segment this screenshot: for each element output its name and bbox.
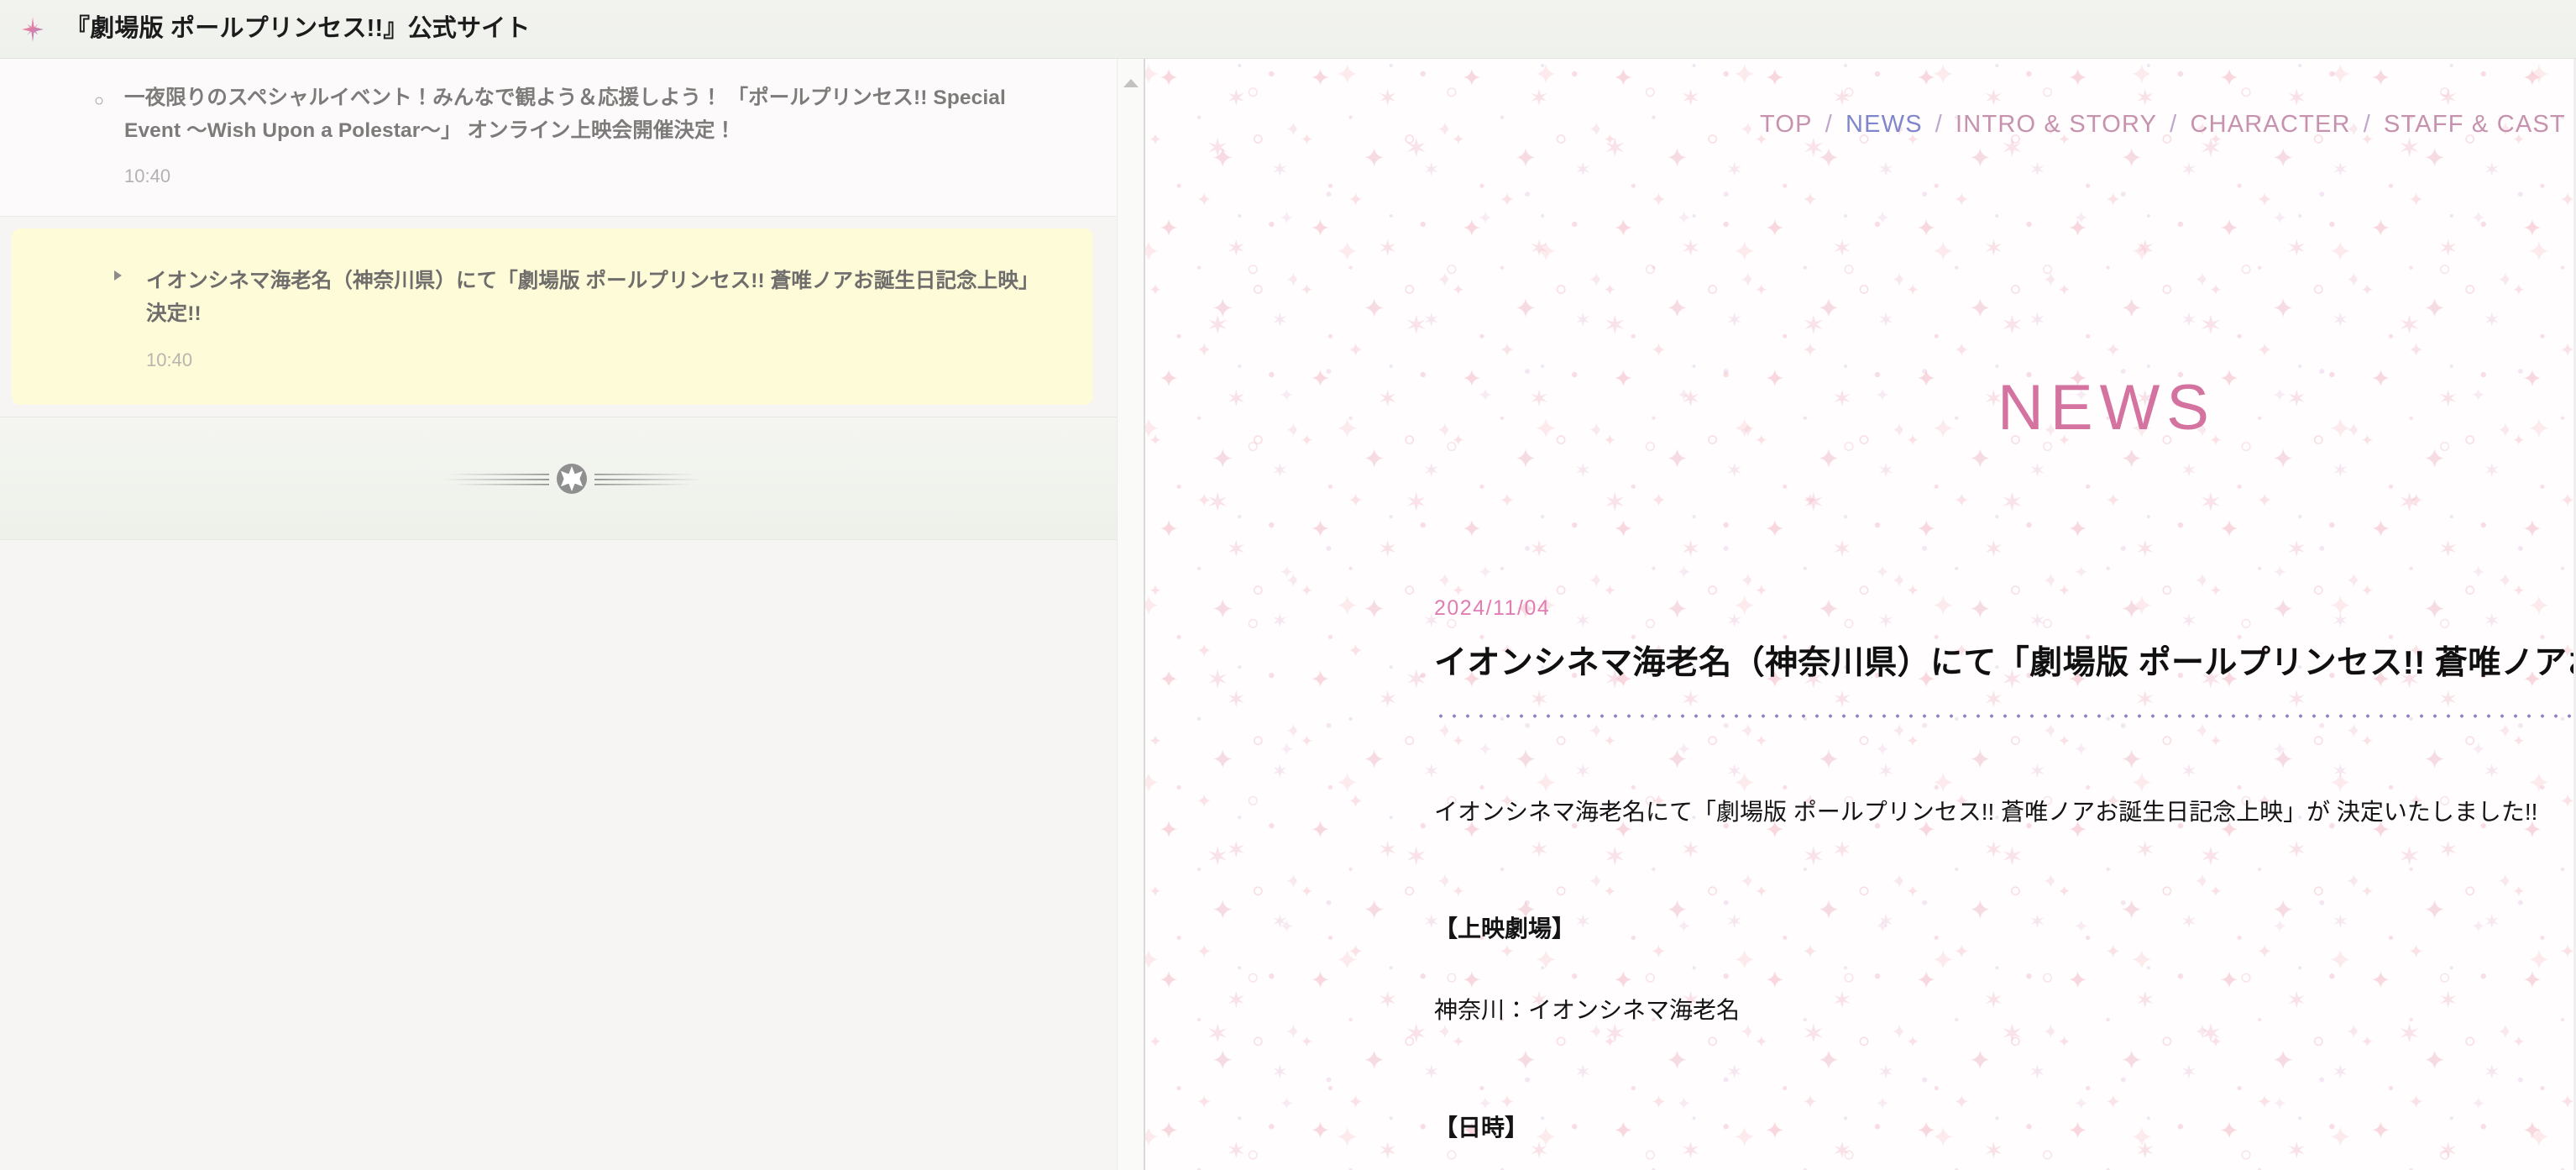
nav-separator: / — [2363, 111, 2371, 138]
loading-ornament-block — [0, 417, 1144, 540]
list-item-wrapper: イオンシネマ海老名（神奈川県）にて「劇場版 ポールプリンセス!! 蒼唯ノアお誕生… — [0, 228, 1144, 417]
article-paragraph: イオンシネマ海老名にて「劇場版 ポールプリンセス!! 蒼唯ノアお誕生日記念上映」… — [1434, 798, 2538, 825]
news-article: 2024/11/04 イオンシネマ海老名（神奈川県）にて「劇場版 ポールプリンセ… — [1434, 596, 2576, 1170]
notification-list: ○ 一夜限りのスペシャルイベント！みんなで観よう＆応援しよう！ 「ポールプリンセ… — [0, 59, 1144, 417]
notification-text: イオンシネマ海老名（神奈川県）にて「劇場版 ポールプリンセス!! 蒼唯ノアお誕生… — [146, 270, 1029, 326]
scroll-up-arrow-icon[interactable] — [1123, 79, 1139, 87]
dotted-divider — [1434, 713, 2576, 718]
notification-text: 一夜限りのスペシャルイベント！みんなで観よう＆応援しよう！ 「ポールプリンセス!… — [124, 87, 1006, 142]
article-heading-venue: 【上映劇場】 — [1434, 916, 1576, 942]
article-date: 2024/11/04 — [1434, 596, 1551, 620]
caret-right-icon — [114, 270, 122, 281]
article-body: イオンシネマ海老名にて「劇場版 ポールプリンセス!! 蒼唯ノアお誕生日記念上映」… — [1434, 794, 2542, 1170]
website-pane: TOP / NEWS / INTRO & STORY / CHARACTER /… — [1145, 59, 2576, 1170]
nav-separator: / — [1935, 111, 1944, 138]
site-nav: TOP / NEWS / INTRO & STORY / CHARACTER /… — [1145, 111, 2576, 139]
website-content: TOP / NEWS / INTRO & STORY / CHARACTER /… — [1145, 59, 2576, 1170]
nav-item-intro-story[interactable]: INTRO & STORY — [1954, 111, 2159, 139]
app-header: 『劇場版 ポールプリンセス!!』公式サイト — [0, 0, 2576, 59]
sun-ornament-divider — [442, 464, 702, 495]
notification-time: 10:40 — [124, 165, 171, 187]
sparkle-star-icon — [18, 15, 47, 44]
app-root: 『劇場版 ポールプリンセス!!』公式サイト ○ 一夜限りのスペシャルイベント！み… — [0, 0, 2576, 1170]
nav-item-character[interactable]: CHARACTER — [2188, 111, 2352, 139]
list-item[interactable]: イオンシネマ海老名（神奈川県）にて「劇場版 ポールプリンセス!! 蒼唯ノアお誕生… — [12, 228, 1093, 405]
nav-item-staff-cast[interactable]: STAFF & CAST — [2382, 111, 2568, 139]
nav-item-top[interactable]: TOP — [1758, 111, 1814, 139]
notification-scrollbar[interactable] — [1117, 59, 1144, 1170]
nav-separator: / — [2170, 111, 2178, 138]
nav-item-news[interactable]: NEWS — [1844, 111, 1924, 139]
app-title: 『劇場版 ポールプリンセス!!』公式サイト — [65, 15, 531, 42]
bullet-icon: ○ — [94, 92, 105, 110]
panes-container: ○ 一夜限りのスペシャルイベント！みんなで観よう＆応援しよう！ 「ポールプリンセ… — [0, 59, 2576, 1170]
article-heading-datetime: 【日時】 — [1434, 1114, 1529, 1141]
notification-pane-filler — [0, 539, 1144, 1170]
notification-time: 10:40 — [146, 349, 193, 370]
page-title: NEWS — [1997, 372, 2216, 443]
article-title: イオンシネマ海老名（神奈川県）にて「劇場版 ポールプリンセス!! 蒼唯ノアお誕生… — [1434, 645, 2576, 681]
list-item[interactable]: ○ 一夜限りのスペシャルイベント！みんなで観よう＆応援しよう！ 「ポールプリンセ… — [0, 59, 1144, 218]
nav-separator: / — [1825, 111, 1833, 138]
article-venue-value: 神奈川：イオンシネマ海老名 — [1434, 997, 1741, 1024]
notification-pane: ○ 一夜限りのスペシャルイベント！みんなで観よう＆応援しよう！ 「ポールプリンセ… — [0, 59, 1144, 1170]
